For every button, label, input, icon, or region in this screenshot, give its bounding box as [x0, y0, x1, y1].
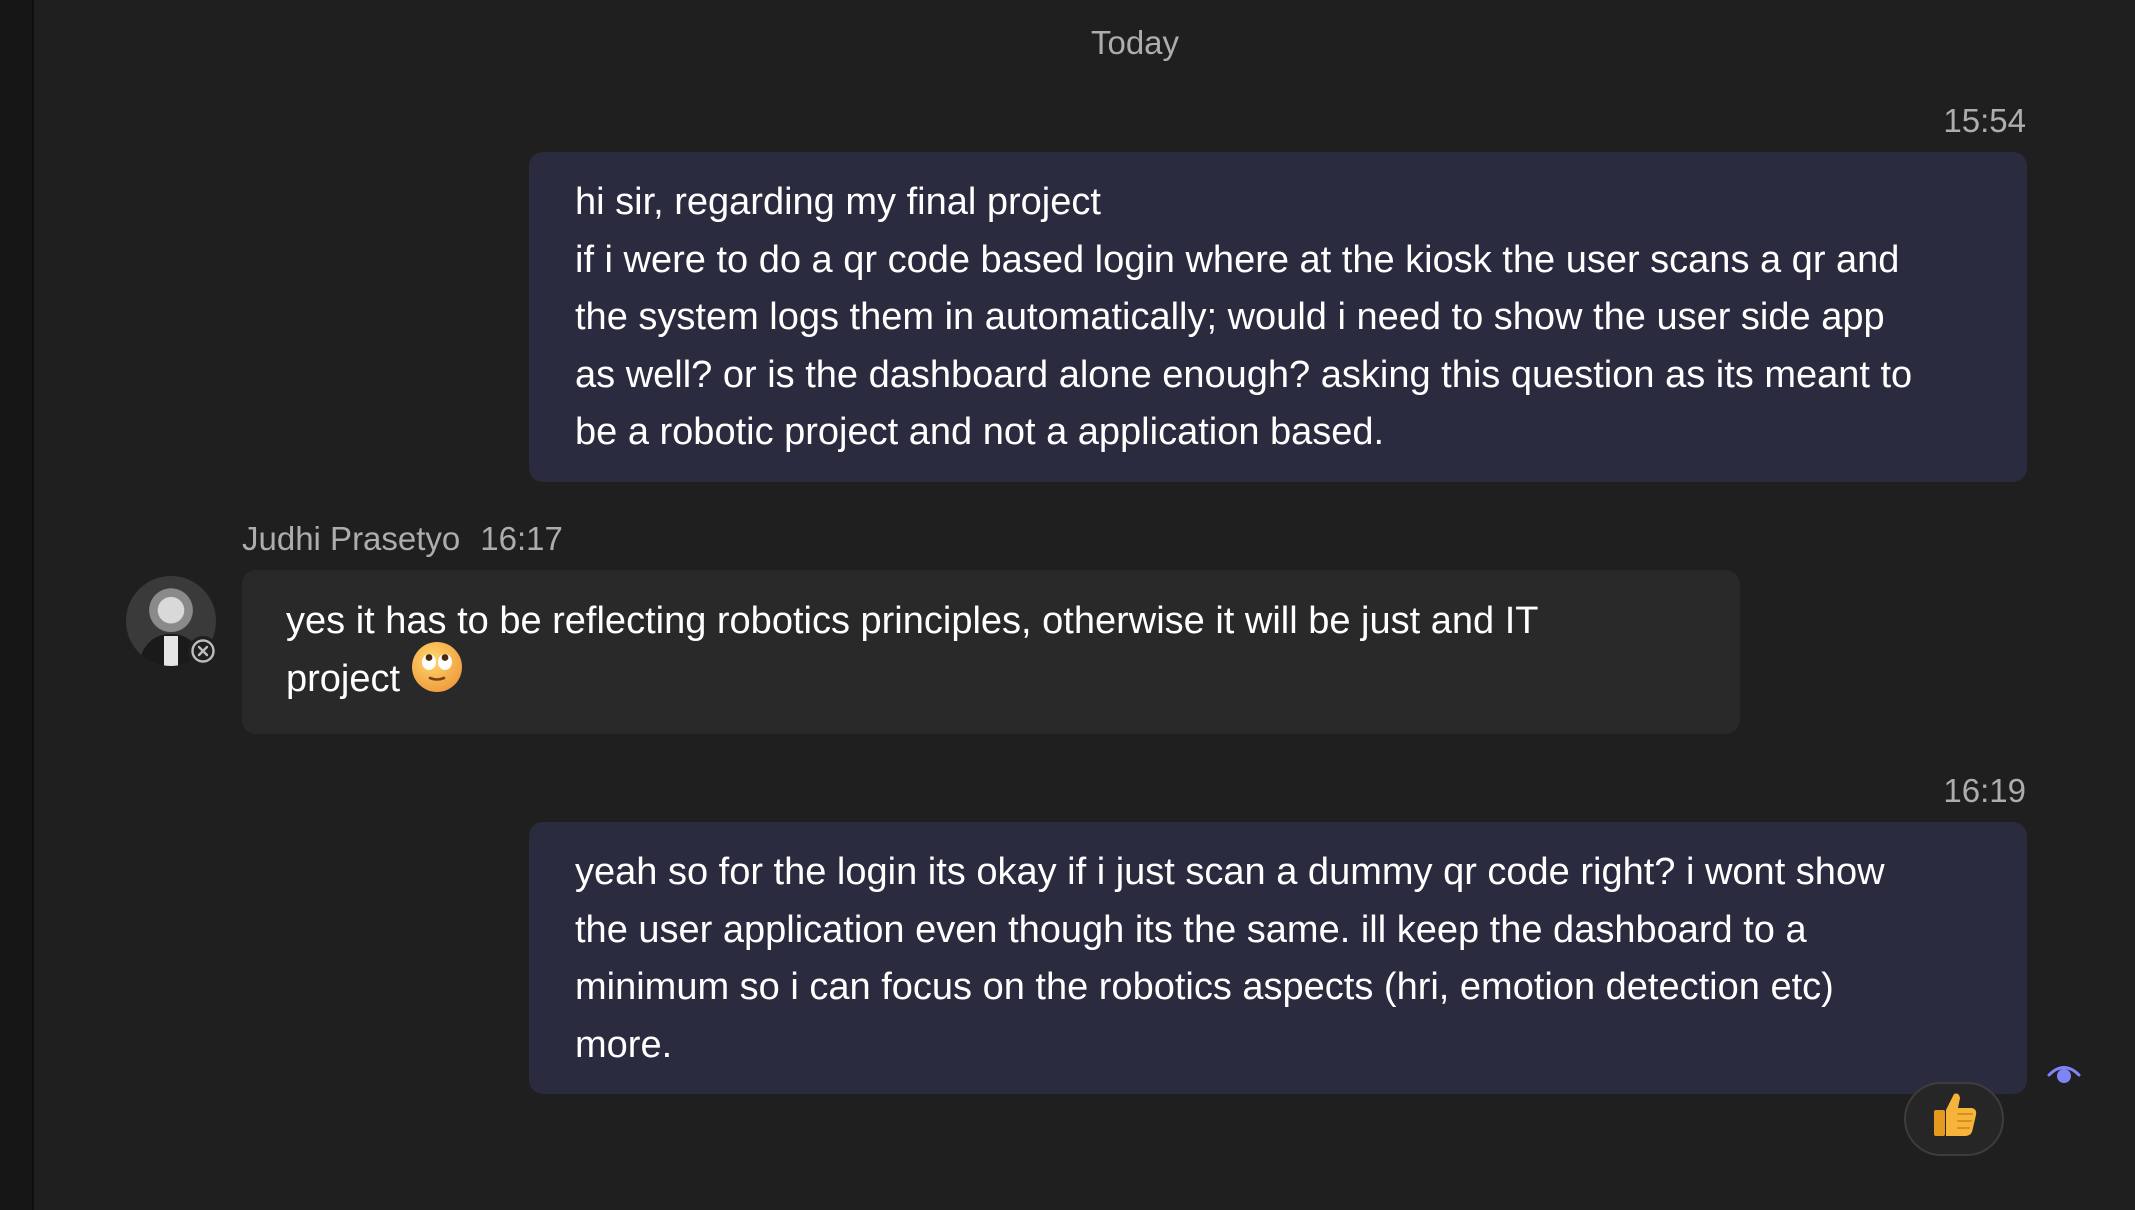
- message-line-text: project: [286, 658, 401, 700]
- face-with-rolling-eyes-icon: [410, 640, 464, 711]
- message-timestamp: 16:19: [1943, 772, 2026, 809]
- message-timestamp: 16:17: [480, 520, 563, 557]
- message-line: more.: [575, 1023, 673, 1066]
- message-line: if i were to do a qr code based login wh…: [575, 238, 1900, 281]
- message-line: be a robotic project and not a applicati…: [575, 411, 1385, 453]
- seen-icon: [2046, 1060, 2082, 1090]
- message-line: the user application even though its the…: [575, 908, 1807, 951]
- message-line: as well? or is the dashboard alone enoug…: [575, 353, 1913, 396]
- incoming-message-bubble[interactable]: yes it has to be reflecting robotics pri…: [242, 570, 1740, 734]
- presence-offline-icon: [188, 636, 218, 666]
- sender-name[interactable]: Judhi Prasetyo: [242, 520, 460, 557]
- sender-header: Judhi Prasetyo 16:17: [242, 520, 563, 558]
- date-divider: Today: [1090, 24, 1180, 61]
- thumbs-up-icon: [1928, 1088, 1980, 1151]
- reaction-pill[interactable]: [1904, 1082, 2004, 1156]
- outgoing-message-bubble[interactable]: hi sir, regarding my final project if i …: [529, 152, 2027, 482]
- message-line: hi sir, regarding my final project: [575, 181, 1101, 223]
- message-line: project: [286, 642, 1696, 711]
- message-line: yes it has to be reflecting robotics pri…: [286, 600, 1539, 642]
- message-timestamp: 15:54: [1943, 102, 2026, 139]
- message-line: minimum so i can focus on the robotics a…: [575, 966, 1834, 1008]
- left-rail: [0, 0, 34, 1210]
- message-line: yeah so for the login its okay if i just…: [575, 851, 1885, 893]
- outgoing-message-bubble[interactable]: yeah so for the login its okay if i just…: [529, 822, 2027, 1094]
- chat-pane: Today 15:54 hi sir, regarding my final p…: [34, 0, 2135, 1210]
- avatar-shirt: [164, 636, 178, 666]
- message-line: the system logs them in automatically; w…: [575, 296, 1885, 338]
